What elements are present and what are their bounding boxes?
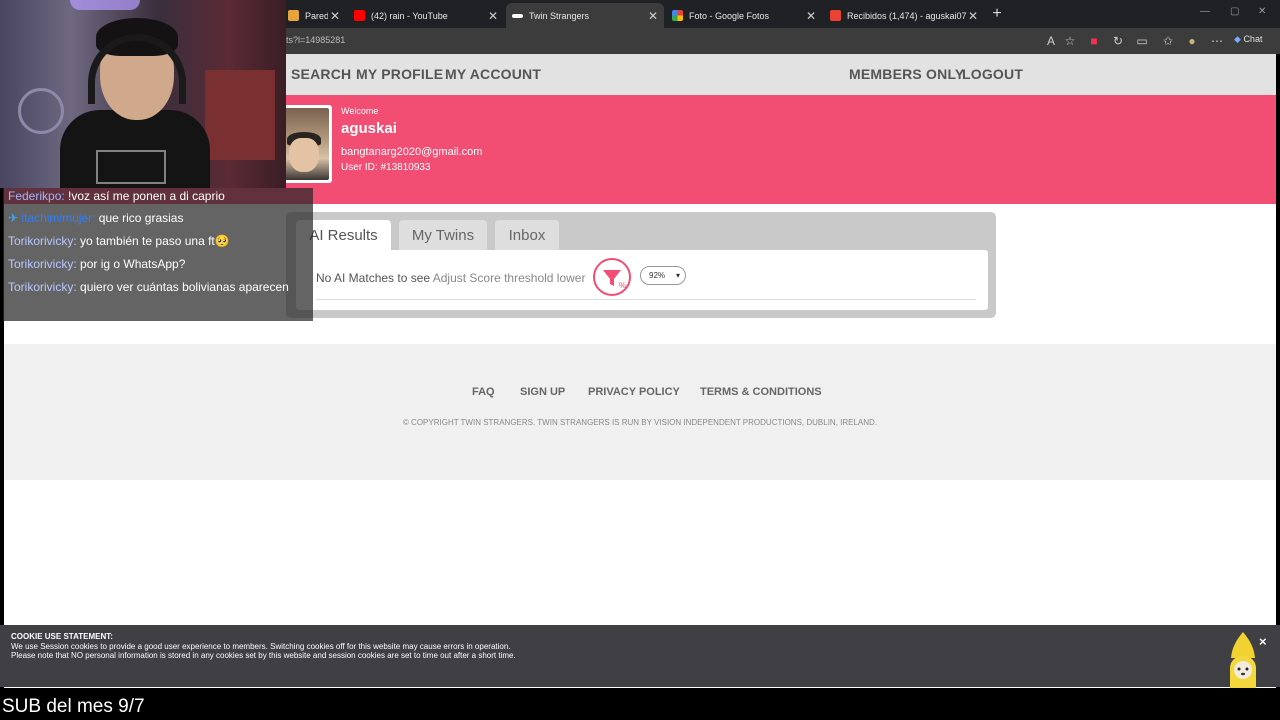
nav-logout[interactable]: LOGOUT xyxy=(962,66,1023,82)
tab-my-twins[interactable]: My Twins xyxy=(399,220,487,250)
webcam-curtain xyxy=(205,70,275,160)
chat-message: Torikorivicky: por ig o WhatsApp? xyxy=(8,256,308,273)
cookie-text-line-2: Please note that NO personal information… xyxy=(11,651,516,660)
profile-avatar-icon[interactable]: ● xyxy=(1185,34,1199,48)
cookie-text-line-1: We use Session cookies to provide a good… xyxy=(11,642,511,651)
copilot-chat-button[interactable]: ◆ Chat xyxy=(1234,34,1262,45)
favorites-icon[interactable]: ✩ xyxy=(1161,34,1175,48)
browser-tab-1[interactable]: Paredes Di ✕ xyxy=(282,3,346,28)
chat-username: Torikorivicky: xyxy=(8,257,77,271)
google-photos-icon xyxy=(672,10,683,21)
browser-tab-4[interactable]: Foto - Google Fotos ✕ xyxy=(666,3,822,28)
more-menu-icon[interactable]: ⋯ xyxy=(1210,34,1224,48)
stream-chat-overlay: Federikpo: !voz así me ponen a di caprio… xyxy=(3,188,313,321)
tab-favicon-icon xyxy=(288,10,299,21)
chat-message: Torikorivicky: yo también te paso una ft… xyxy=(8,233,308,250)
screen: Paredes Di ✕ (42) rain - YouTube ✕ Twin … xyxy=(0,0,1280,720)
close-icon[interactable]: ✕ xyxy=(328,9,342,23)
close-icon[interactable]: ✕ xyxy=(486,9,500,23)
results-panel: AI Results My Twins Inbox No AI Matches … xyxy=(286,212,996,318)
chat-message: Federikpo: !voz así me ponen a di caprio xyxy=(8,188,308,205)
no-matches-message: No AI Matches to see Adjust Score thresh… xyxy=(316,271,585,285)
results-content: No AI Matches to see Adjust Score thresh… xyxy=(296,250,988,310)
chat-username: Torikorivicky: xyxy=(8,234,77,248)
svg-text:%: % xyxy=(619,281,626,290)
username: aguskai xyxy=(341,120,397,137)
stream-subtitle: SUB del mes 9/7 xyxy=(2,696,145,717)
streamer-webcam xyxy=(0,0,286,188)
threshold-value: 92% xyxy=(649,271,666,280)
chat-text: que rico grasias xyxy=(98,211,184,225)
score-threshold-select[interactable]: 92% ▾ xyxy=(640,266,686,285)
chat-username: itachimimujer: xyxy=(21,211,96,225)
footer-link-sign-up[interactable]: SIGN UP xyxy=(520,386,565,398)
cookie-title: COOKIE USE STATEMENT: xyxy=(11,632,113,641)
twin-strangers-favicon-icon xyxy=(512,13,523,18)
tab-title: Twin Strangers xyxy=(529,10,590,21)
url-text[interactable]: ts?l=14985281 xyxy=(286,35,345,45)
copilot-icon: ◆ xyxy=(1234,34,1241,44)
window-close-icon[interactable]: ✕ xyxy=(1258,6,1266,17)
browser-tab-2[interactable]: (42) rain - YouTube ✕ xyxy=(348,3,504,28)
chat-text: !voz así me ponen a di caprio xyxy=(68,189,225,203)
nav-my-account[interactable]: MY ACCOUNT xyxy=(445,66,541,82)
tab-title: (42) rain - YouTube xyxy=(371,10,448,21)
welcome-label: Welcome xyxy=(341,106,379,116)
site-footer: FAQ SIGN UP PRIVACY POLICY TERMS & CONDI… xyxy=(4,344,1276,480)
close-icon[interactable]: ✕ xyxy=(646,9,660,23)
chat-text: quiero ver cuántas bolivianas aparecen xyxy=(80,280,289,294)
gmail-icon xyxy=(830,10,841,21)
user-email: bangtanarg2020@gmail.com xyxy=(341,146,483,158)
filter-percent-icon: % xyxy=(603,270,626,290)
tab-inbox[interactable]: Inbox xyxy=(495,220,559,250)
avatar-face xyxy=(289,138,319,172)
pin-icon: ✈ xyxy=(8,211,19,225)
nav-my-profile[interactable]: MY PROFILE xyxy=(356,66,443,82)
chat-username: Federikpo: xyxy=(8,189,65,203)
user-id: User ID: #13810933 xyxy=(341,162,431,173)
new-tab-button[interactable]: + xyxy=(989,5,1005,23)
filter-threshold-button[interactable]: % xyxy=(593,258,631,296)
chat-username: Torikorivicky: xyxy=(8,280,77,294)
split-screen-icon[interactable]: ▭ xyxy=(1135,34,1149,48)
avatar-photo xyxy=(283,108,329,180)
tab-title: Recibidos (1,474) - aguskai07@gm xyxy=(847,10,966,21)
nav-members-only[interactable]: MEMBERS ONLY xyxy=(849,66,964,82)
refresh-icon[interactable]: ↻ xyxy=(1111,34,1125,48)
cookie-banner: COOKIE USE STATEMENT: We use Session coo… xyxy=(0,625,1280,687)
chevron-down-icon: ▾ xyxy=(675,271,680,280)
close-icon[interactable]: ✕ xyxy=(804,9,818,23)
footer-link-terms[interactable]: TERMS & CONDITIONS xyxy=(700,386,822,398)
tab-title: Foto - Google Fotos xyxy=(689,10,770,21)
webcam-led-light xyxy=(70,0,140,10)
footer-link-faq[interactable]: FAQ xyxy=(472,386,495,398)
minimize-icon[interactable]: — xyxy=(1200,6,1210,17)
favorite-star-icon[interactable]: ☆ xyxy=(1063,34,1077,48)
copyright-text: © COPYRIGHT TWIN STRANGERS. TWIN STRANGE… xyxy=(402,418,878,427)
webcam-fan xyxy=(18,88,64,134)
browser-tab-3-active[interactable]: Twin Strangers ✕ xyxy=(506,3,664,28)
stream-subtitle-bar: SUB del mes 9/7 xyxy=(0,688,1280,720)
browser-tab-5[interactable]: Recibidos (1,474) - aguskai07@gm ✕ xyxy=(824,3,984,28)
nav-search[interactable]: SEARCH xyxy=(291,66,351,82)
no-matches-text: No AI Matches to see xyxy=(316,271,431,285)
shirt-print xyxy=(96,150,166,184)
chat-message: ✈ itachimimujer: que rico grasias xyxy=(8,210,308,227)
extension-icon[interactable]: ■ xyxy=(1087,34,1101,48)
youtube-icon xyxy=(354,10,365,21)
read-aloud-icon[interactable]: A xyxy=(1044,34,1058,48)
chat-label: Chat xyxy=(1243,34,1263,44)
tab-title: Paredes Di xyxy=(305,10,328,21)
maximize-icon[interactable]: ▢ xyxy=(1230,6,1239,17)
chat-message: Torikorivicky: quiero ver cuántas bolivi… xyxy=(8,279,308,296)
chat-text: por ig o WhatsApp? xyxy=(80,257,186,271)
adjust-threshold-link[interactable]: Adjust Score threshold lower xyxy=(433,271,586,285)
chat-text: yo también te paso una ft🥺 xyxy=(80,234,230,248)
profile-avatar[interactable] xyxy=(280,105,332,183)
divider xyxy=(316,299,976,300)
footer-link-privacy-policy[interactable]: PRIVACY POLICY xyxy=(588,386,680,398)
close-icon[interactable]: ✕ xyxy=(966,9,980,23)
